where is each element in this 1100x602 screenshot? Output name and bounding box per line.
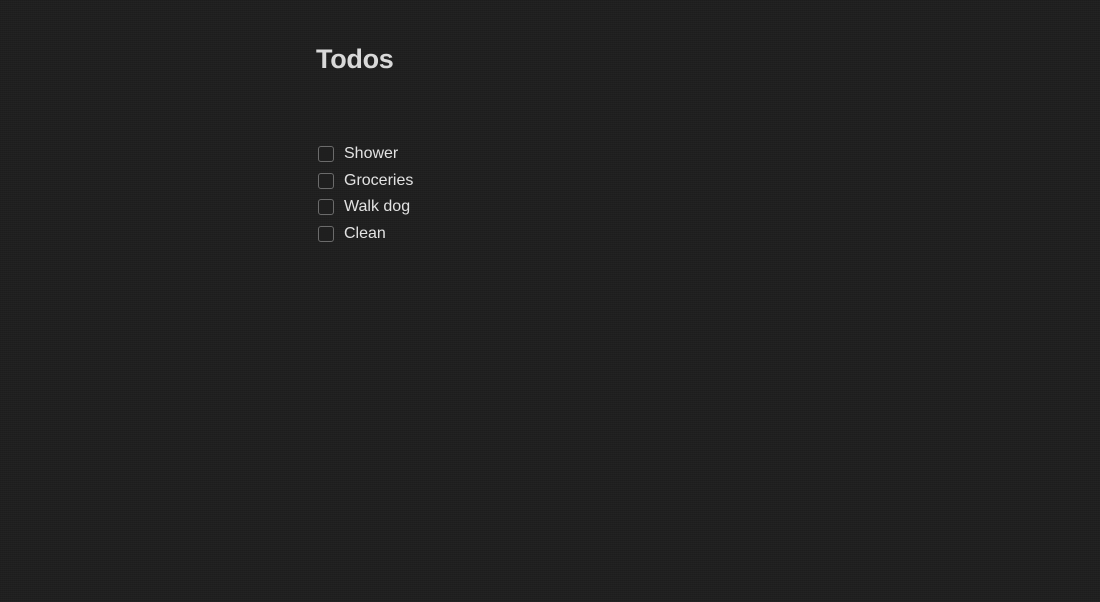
- todo-item[interactable]: Walk dog: [316, 194, 413, 221]
- page-title: Todos: [316, 44, 394, 74]
- todo-item[interactable]: Clean: [316, 221, 413, 248]
- todo-checkbox[interactable]: [318, 225, 334, 242]
- todo-label: Groceries: [344, 171, 414, 189]
- todo-label: Shower: [344, 145, 399, 163]
- todo-checkbox[interactable]: [318, 199, 334, 216]
- page: Todos Shower Groceries Walk dog Clean: [0, 0, 1100, 602]
- todo-list: Shower Groceries Walk dog Clean: [316, 141, 413, 247]
- todo-checkbox[interactable]: [318, 172, 334, 189]
- todo-label: Clean: [344, 224, 386, 242]
- todo-checkbox[interactable]: [318, 146, 334, 163]
- todo-item[interactable]: Groceries: [316, 168, 413, 195]
- todo-label: Walk dog: [344, 198, 411, 216]
- todo-item[interactable]: Shower: [316, 141, 413, 168]
